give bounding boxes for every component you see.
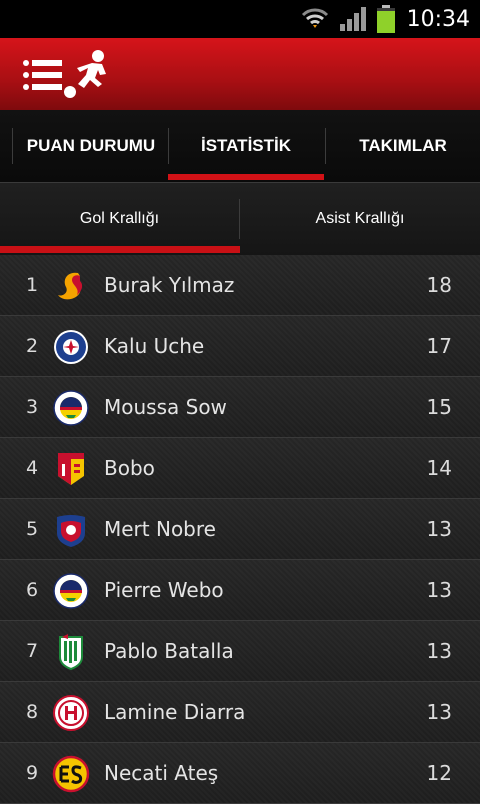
- goal-count: 13: [426, 639, 452, 663]
- mersin-idmanyurdu-logo: [57, 515, 85, 547]
- goal-count: 13: [426, 700, 452, 724]
- player-name: Kalu Uche: [104, 334, 205, 358]
- rank: 7: [25, 640, 39, 662]
- antalyaspor-logo: [53, 695, 89, 731]
- goal-count: 17: [426, 334, 452, 358]
- list-item[interactable]: 9 Necati Ateş 12: [0, 743, 480, 804]
- player-name: Mert Nobre: [104, 517, 216, 541]
- goal-count: 13: [426, 517, 452, 541]
- rank: 8: [25, 701, 39, 723]
- signal-icon: [339, 7, 366, 31]
- list-item[interactable]: 5 Mert Nobre 13: [0, 499, 480, 560]
- goal-count: 15: [426, 395, 452, 419]
- fenerbahce-logo: [53, 573, 89, 609]
- active-tab-indicator: [168, 174, 324, 180]
- list-item[interactable]: 8 Lamine Diarra 13: [0, 682, 480, 743]
- battery-icon: [376, 5, 395, 33]
- status-bar: 10:34: [0, 0, 480, 38]
- rank: 9: [25, 762, 39, 784]
- main-tabs: PUAN DURUMU İSTATİSTİK TAKIMLAR: [0, 110, 480, 183]
- rank: 6: [25, 579, 39, 601]
- kayserispor-logo: [58, 453, 84, 485]
- menu-icon[interactable]: [22, 57, 64, 93]
- tab-gol-kralligi[interactable]: Gol Krallığı: [0, 183, 239, 255]
- kasimpasa-logo: [54, 330, 88, 364]
- wifi-icon: [301, 8, 328, 28]
- tab-divider: [12, 128, 13, 164]
- list-item[interactable]: 1 Burak Yılmaz 18: [0, 255, 480, 316]
- player-name: Lamine Diarra: [104, 700, 246, 724]
- rank: 5: [25, 518, 39, 540]
- tab-puan-durumu[interactable]: PUAN DURUMU: [14, 110, 168, 182]
- list-item[interactable]: 4 Bobo 14: [0, 438, 480, 499]
- galatasaray-logo: [58, 272, 83, 300]
- fenerbahce-logo: [53, 390, 89, 426]
- list-item[interactable]: 6 Pierre Webo 13: [0, 560, 480, 621]
- player-name: Moussa Sow: [104, 395, 227, 419]
- goal-count: 14: [426, 456, 452, 480]
- list-item[interactable]: 3 Moussa Sow 15: [0, 377, 480, 438]
- list-item[interactable]: 2 Kalu Uche 17: [0, 316, 480, 377]
- soccer-player-icon: [64, 50, 106, 98]
- tab-takimlar[interactable]: TAKIMLAR: [326, 110, 480, 182]
- rank: 4: [25, 457, 39, 479]
- rank: 2: [25, 335, 39, 357]
- player-name: Burak Yılmaz: [104, 273, 235, 297]
- player-name: Necati Ateş: [104, 761, 219, 785]
- tab-asist-kralligi[interactable]: Asist Krallığı: [240, 183, 480, 255]
- player-name: Pablo Batalla: [104, 639, 234, 663]
- rank: 3: [25, 396, 39, 418]
- list-item[interactable]: 7 Pablo Batalla 13: [0, 621, 480, 682]
- scorers-list: 1 Burak Yılmaz 18 2 Kalu Uche 17 3 Mouss…: [0, 255, 480, 804]
- goal-count: 12: [426, 761, 452, 785]
- bursaspor-logo: [59, 634, 83, 671]
- goal-count: 18: [426, 273, 452, 297]
- sub-tabs: Gol Krallığı Asist Krallığı: [0, 183, 480, 255]
- eskisehirspor-logo: [52, 755, 90, 793]
- player-name: Bobo: [104, 456, 155, 480]
- tab-istatistik[interactable]: İSTATİSTİK: [168, 110, 324, 182]
- player-name: Pierre Webo: [104, 578, 224, 602]
- rank: 1: [25, 274, 39, 296]
- goal-count: 13: [426, 578, 452, 602]
- clock: 10:34: [406, 6, 470, 32]
- app-header: [0, 38, 480, 110]
- active-subtab-indicator: [0, 246, 240, 253]
